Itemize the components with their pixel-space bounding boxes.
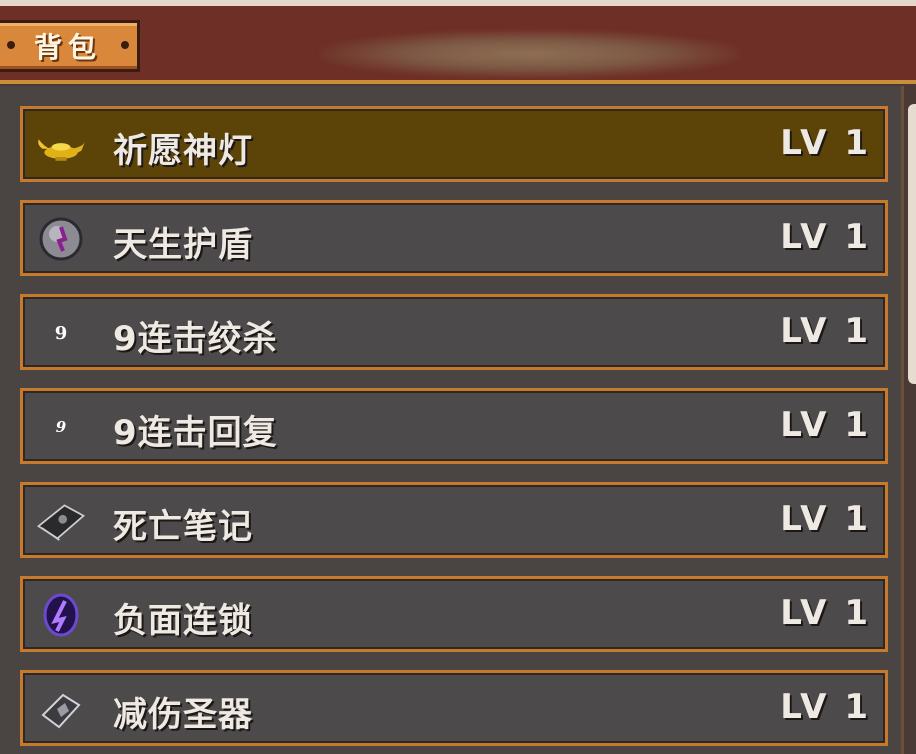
scrollbar-handle[interactable] bbox=[908, 104, 916, 384]
nine-combo-icon-glyph: 9 bbox=[54, 322, 68, 344]
game-window: 背包 祈愿神灯 LV 1 天生护盾 LV 1 9 9连击绞杀 LV 1 9 9连… bbox=[0, 0, 916, 754]
item-level: LV 1 bbox=[780, 593, 871, 633]
item-level: LV 1 bbox=[780, 123, 871, 163]
nine-combo-heal-icon-glyph: 9 bbox=[55, 418, 67, 436]
item-level: LV 1 bbox=[780, 499, 871, 539]
item-level: LV 1 bbox=[780, 687, 871, 727]
item-name: 9连击绞杀 bbox=[113, 319, 278, 359]
inventory-item-wishing-lamp[interactable]: 祈愿神灯 LV 1 bbox=[20, 106, 888, 182]
item-name: 天生护盾 bbox=[113, 225, 253, 265]
inventory-item-nine-combo-recovery[interactable]: 9 9连击回复 LV 1 bbox=[20, 388, 888, 464]
nine-combo-icon: 9 bbox=[35, 307, 87, 359]
inventory-item-death-note[interactable]: 死亡笔记 LV 1 bbox=[20, 482, 888, 558]
item-level: LV 1 bbox=[780, 311, 871, 351]
item-name: 减伤圣器 bbox=[113, 695, 253, 735]
death-note-book-icon bbox=[35, 495, 87, 547]
item-name: 祈愿神灯 bbox=[113, 131, 253, 171]
inventory-item-damage-reduction-relic[interactable]: 减伤圣器 LV 1 bbox=[20, 670, 888, 746]
item-name: 9连击回复 bbox=[113, 413, 278, 453]
inventory-item-innate-shield[interactable]: 天生护盾 LV 1 bbox=[20, 200, 888, 276]
dark-chain-orb-icon bbox=[35, 589, 87, 641]
tab-stud-left bbox=[7, 41, 15, 49]
shield-orb-icon bbox=[35, 213, 87, 265]
item-name: 负面连锁 bbox=[113, 601, 253, 641]
holy-relic-icon bbox=[35, 683, 87, 735]
inventory-item-negative-chain[interactable]: 负面连锁 LV 1 bbox=[20, 576, 888, 652]
tab-backpack-label: 背包 bbox=[33, 31, 102, 64]
tab-stud-right bbox=[121, 41, 129, 49]
nine-combo-heal-icon: 9 bbox=[35, 401, 87, 453]
inventory-item-nine-combo-strangle[interactable]: 9 9连击绞杀 LV 1 bbox=[20, 294, 888, 370]
header-divider bbox=[0, 80, 916, 84]
item-level: LV 1 bbox=[780, 405, 871, 445]
magic-lamp-icon bbox=[35, 119, 87, 171]
tab-backpack[interactable]: 背包 bbox=[0, 20, 140, 72]
item-level: LV 1 bbox=[780, 217, 871, 257]
blurred-header-area bbox=[320, 30, 740, 78]
item-name: 死亡笔记 bbox=[113, 507, 253, 547]
